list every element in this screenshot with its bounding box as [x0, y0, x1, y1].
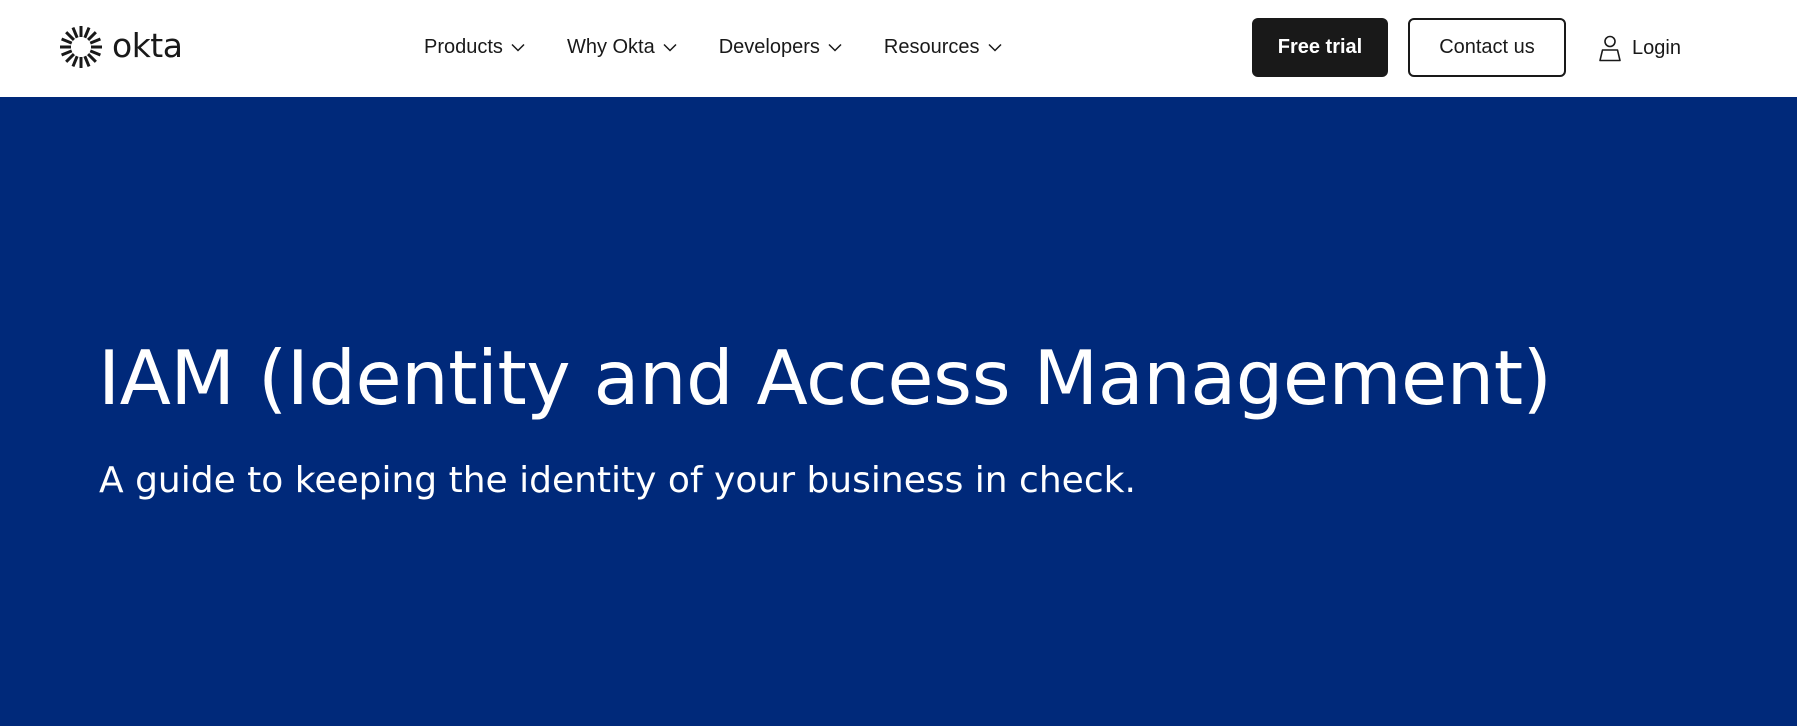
page-title: IAM (Identity and Access Management) [98, 334, 1552, 422]
logo-ray [89, 49, 101, 57]
nav-developers[interactable]: Developers [719, 36, 842, 59]
chevron-down-icon [987, 43, 1002, 52]
logo-ray [65, 31, 75, 41]
site-header: okta Products Why Okta Developers Resour… [0, 0, 1797, 97]
logo-ray [65, 53, 75, 63]
main-nav: Products Why Okta Developers Resources [424, 30, 1044, 64]
user-icon [1598, 34, 1622, 62]
okta-logo[interactable]: okta [58, 22, 183, 72]
hero-section: IAM (Identity and Access Management) A g… [0, 97, 1797, 726]
chevron-down-icon [663, 43, 677, 52]
nav-why-okta[interactable]: Why Okta [567, 36, 677, 59]
logo-ray [83, 55, 91, 67]
logo-ray [61, 49, 73, 57]
nav-label: Products [424, 35, 503, 58]
free-trial-button[interactable]: Free trial [1252, 18, 1388, 77]
contact-us-button[interactable]: Contact us [1408, 18, 1566, 77]
logo-ray [83, 27, 91, 39]
nav-label: Resources [883, 35, 980, 58]
logo-ray [71, 27, 79, 39]
logo-ray [87, 53, 97, 63]
logo-ray [71, 55, 79, 67]
chevron-down-icon [511, 43, 525, 52]
nav-products[interactable]: Products [424, 36, 525, 59]
chevron-down-icon [828, 43, 842, 52]
nav-resources[interactable]: Resources [884, 36, 1002, 59]
login-label: Login [1632, 36, 1681, 59]
logo-ray [61, 37, 73, 45]
logo-ray [89, 37, 101, 45]
nav-label: Developers [718, 35, 820, 58]
page-subtitle: A guide to keeping the identity of your … [99, 460, 1136, 501]
logo-ray [87, 31, 97, 41]
nav-label: Why Okta [566, 35, 655, 58]
login-link[interactable]: Login [1598, 30, 1681, 66]
logo-wordmark: okta [112, 25, 183, 65]
okta-sunburst-icon [58, 24, 104, 70]
